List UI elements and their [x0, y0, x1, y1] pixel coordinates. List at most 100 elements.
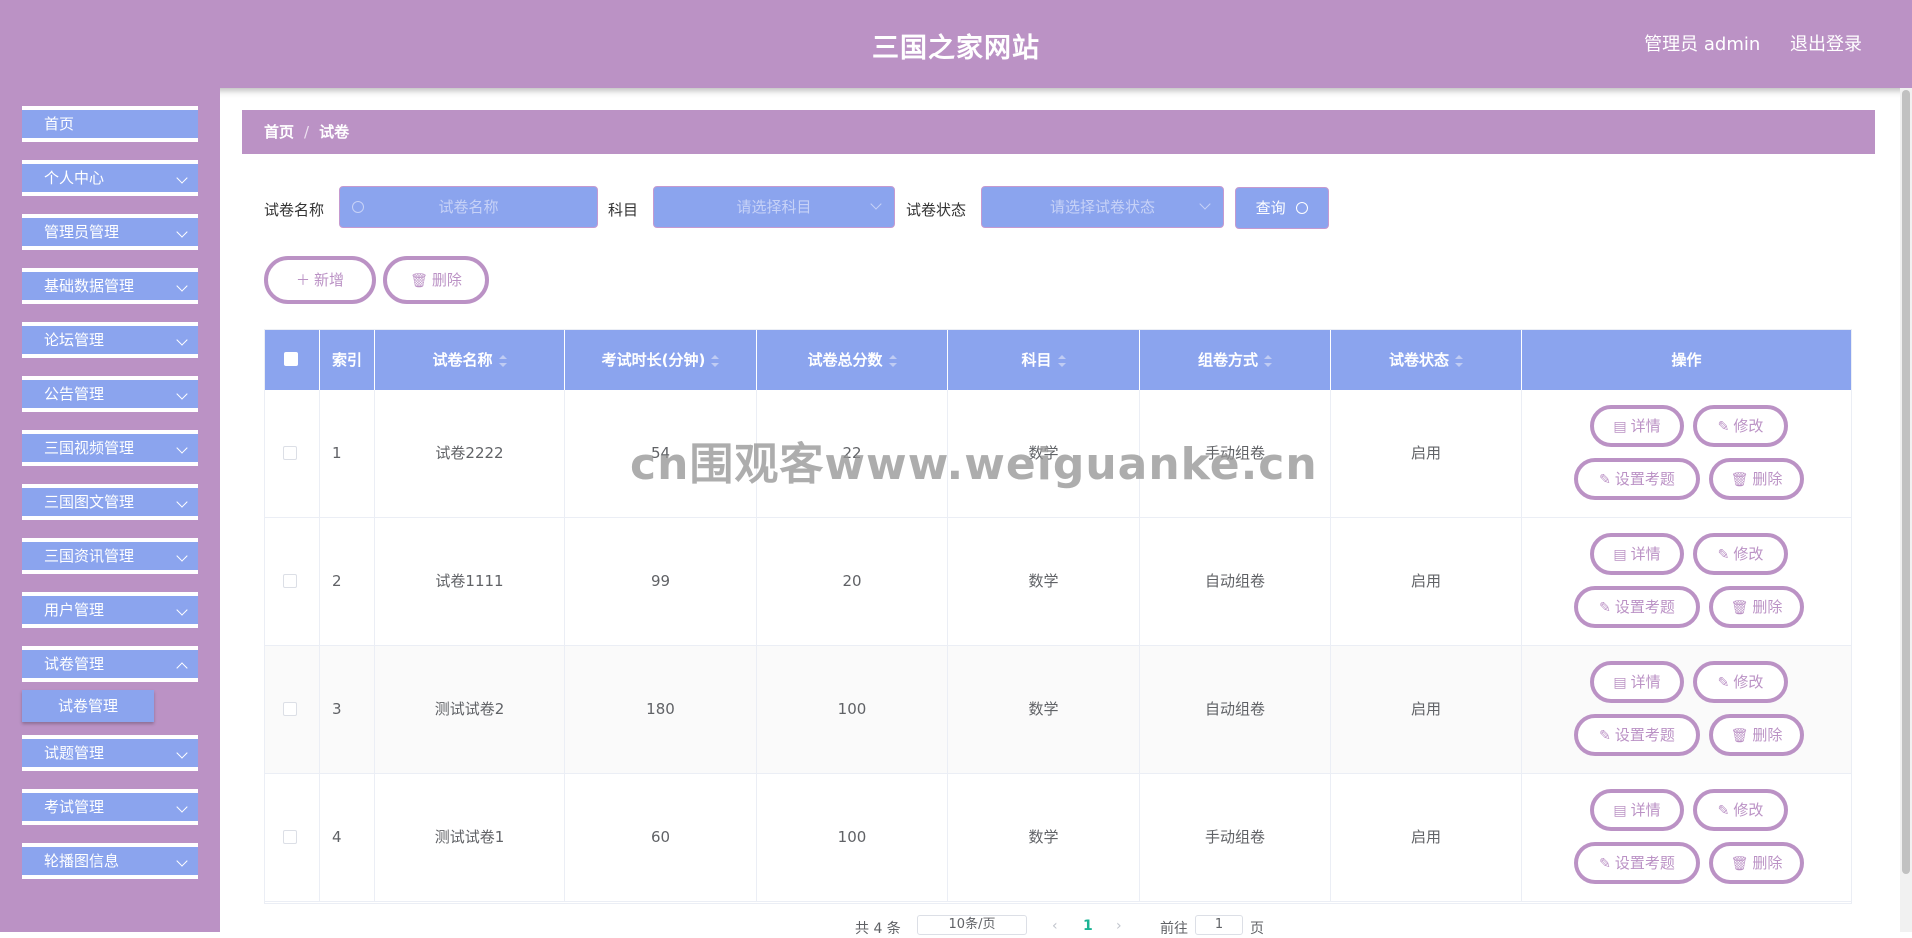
- sidebar-item-label: 公告管理: [44, 385, 105, 403]
- table-row: 1 试卷2222 54 22 数学 手动组卷 启用 ▤ 详情 ✎ 修改 ✎ 设置考题 …: [265, 390, 1851, 518]
- edit-button[interactable]: ✎ 修改: [1693, 405, 1788, 447]
- query-button[interactable]: 查询: [1235, 187, 1329, 229]
- sidebar-item-users[interactable]: 用户管理: [22, 592, 198, 628]
- delete-label: 删除: [431, 271, 462, 289]
- setup-label: 设置考题: [1614, 726, 1675, 744]
- setup-questions-button[interactable]: ✎ 设置考题: [1574, 842, 1700, 884]
- row-checkbox[interactable]: [283, 574, 297, 588]
- select-all-checkbox[interactable]: [284, 352, 298, 366]
- sidebar-item-videos[interactable]: 三国视频管理: [22, 430, 198, 466]
- chevron-down-icon: [1199, 198, 1211, 210]
- sidebar-item-forum[interactable]: 论坛管理: [22, 322, 198, 358]
- edit-icon: ✎: [1599, 856, 1611, 872]
- paper-status-label: 试卷状态: [906, 201, 967, 219]
- edit-label: 修改: [1733, 545, 1764, 563]
- edit-icon: ✎: [1717, 803, 1730, 819]
- detail-button[interactable]: ▤ 详情: [1590, 789, 1684, 831]
- detail-button[interactable]: ▤ 详情: [1590, 661, 1684, 703]
- page-scrollbar[interactable]: [1900, 88, 1912, 932]
- row-select-cell: [265, 646, 320, 773]
- name-cell: 试卷1111: [375, 518, 565, 645]
- sidebar-item-notices[interactable]: 公告管理: [22, 376, 198, 412]
- detail-label: 详情: [1630, 417, 1661, 435]
- document-icon: ▤: [1613, 675, 1627, 691]
- name-cell: 测试试卷2: [375, 646, 565, 773]
- edit-icon: ✎: [1717, 419, 1730, 435]
- row-checkbox[interactable]: [283, 830, 297, 844]
- row-checkbox[interactable]: [283, 702, 297, 716]
- edit-button[interactable]: ✎ 修改: [1693, 533, 1788, 575]
- goto-page-input[interactable]: 1: [1195, 915, 1243, 935]
- add-button[interactable]: ＋新增: [264, 256, 376, 304]
- scrollbar-thumb[interactable]: [1902, 90, 1910, 874]
- chevron-down-icon: [176, 442, 188, 454]
- header-duration[interactable]: 考试时长(分钟): [565, 330, 757, 390]
- sidebar-item-basic-data[interactable]: 基础数据管理: [22, 268, 198, 304]
- header-paper-name[interactable]: 试卷名称: [375, 330, 565, 390]
- edit-button[interactable]: ✎ 修改: [1693, 789, 1788, 831]
- index-cell: 3: [320, 646, 375, 773]
- header-status[interactable]: 试卷状态: [1331, 330, 1522, 390]
- sort-icon[interactable]: [1057, 355, 1066, 367]
- breadcrumb: 首页 / 试卷: [242, 110, 1875, 154]
- chevron-down-icon: [176, 604, 188, 616]
- header-select-all[interactable]: [265, 330, 320, 390]
- sidebar-item-exams[interactable]: 考试管理: [22, 789, 198, 825]
- sidebar-item-admins[interactable]: 管理员管理: [22, 214, 198, 250]
- sidebar-item-label: 三国资讯管理: [44, 547, 135, 565]
- logout-link[interactable]: 退出登录: [1790, 34, 1862, 55]
- row-delete-button[interactable]: 🗑 删除: [1709, 586, 1804, 628]
- setup-questions-button[interactable]: ✎ 设置考题: [1574, 714, 1700, 756]
- sidebar-subitem-paper-management[interactable]: 试卷管理: [22, 690, 154, 722]
- row-delete-button[interactable]: 🗑 删除: [1709, 714, 1804, 756]
- row-delete-button[interactable]: 🗑 删除: [1709, 842, 1804, 884]
- delete-label: 删除: [1752, 726, 1783, 744]
- sort-icon[interactable]: [1455, 355, 1463, 367]
- duration-cell: 180: [565, 646, 757, 773]
- score-cell: 100: [757, 646, 948, 773]
- sidebar-item-label: 三国视频管理: [44, 439, 135, 457]
- chevron-down-icon: [176, 801, 188, 813]
- status-cell: 启用: [1331, 518, 1522, 645]
- setup-questions-button[interactable]: ✎ 设置考题: [1574, 586, 1700, 628]
- chevron-down-icon: [176, 388, 188, 400]
- row-select-cell: [265, 390, 320, 517]
- sidebar-item-carousel[interactable]: 轮播图信息: [22, 843, 198, 879]
- header-subject[interactable]: 科目: [948, 330, 1140, 390]
- sort-icon[interactable]: [498, 355, 507, 367]
- row-checkbox[interactable]: [283, 446, 297, 460]
- header-method[interactable]: 组卷方式: [1140, 330, 1331, 390]
- sort-icon[interactable]: [888, 355, 897, 367]
- goto-page-value: 1: [1214, 917, 1224, 932]
- goto-suffix: 页: [1250, 921, 1264, 937]
- method-cell: 自动组卷: [1140, 518, 1331, 645]
- top-header: 三国之家网站 管理员 admin 退出登录: [0, 0, 1912, 88]
- chevron-down-icon: [176, 550, 188, 562]
- header-label: 试卷总分数: [807, 351, 883, 369]
- add-label: 新增: [313, 271, 344, 289]
- header-label: 操作: [1671, 351, 1702, 369]
- sidebar-item-questions[interactable]: 试题管理: [22, 735, 198, 771]
- subject-cell: 数学: [948, 390, 1140, 517]
- edit-button[interactable]: ✎ 修改: [1693, 661, 1788, 703]
- sidebar-item-images[interactable]: 三国图文管理: [22, 484, 198, 520]
- paper-name-input[interactable]: 试卷名称: [339, 186, 598, 228]
- sidebar-item-label: 用户管理: [44, 601, 105, 619]
- subject-label: 科目: [608, 201, 639, 219]
- sidebar-item-profile[interactable]: 个人中心: [22, 160, 198, 196]
- sidebar-item-news[interactable]: 三国资讯管理: [22, 538, 198, 574]
- row-delete-button[interactable]: 🗑 删除: [1709, 458, 1804, 500]
- paper-status-select[interactable]: 请选择试卷状态: [981, 186, 1224, 228]
- sidebar-item-home[interactable]: 首页: [22, 106, 198, 142]
- detail-button[interactable]: ▤ 详情: [1590, 533, 1684, 575]
- setup-questions-button[interactable]: ✎ 设置考题: [1574, 458, 1700, 500]
- header-total-score[interactable]: 试卷总分数: [757, 330, 948, 390]
- sidebar-item-papers[interactable]: 试卷管理: [22, 646, 198, 682]
- sort-icon[interactable]: [1264, 355, 1272, 367]
- subject-select[interactable]: 请选择科目: [653, 186, 895, 228]
- batch-delete-button[interactable]: 🗑 删除: [383, 256, 489, 304]
- breadcrumb-home[interactable]: 首页: [264, 123, 294, 141]
- detail-button[interactable]: ▤ 详情: [1590, 405, 1684, 447]
- sort-icon[interactable]: [711, 355, 720, 367]
- page-size-select[interactable]: 10条/页: [917, 915, 1027, 935]
